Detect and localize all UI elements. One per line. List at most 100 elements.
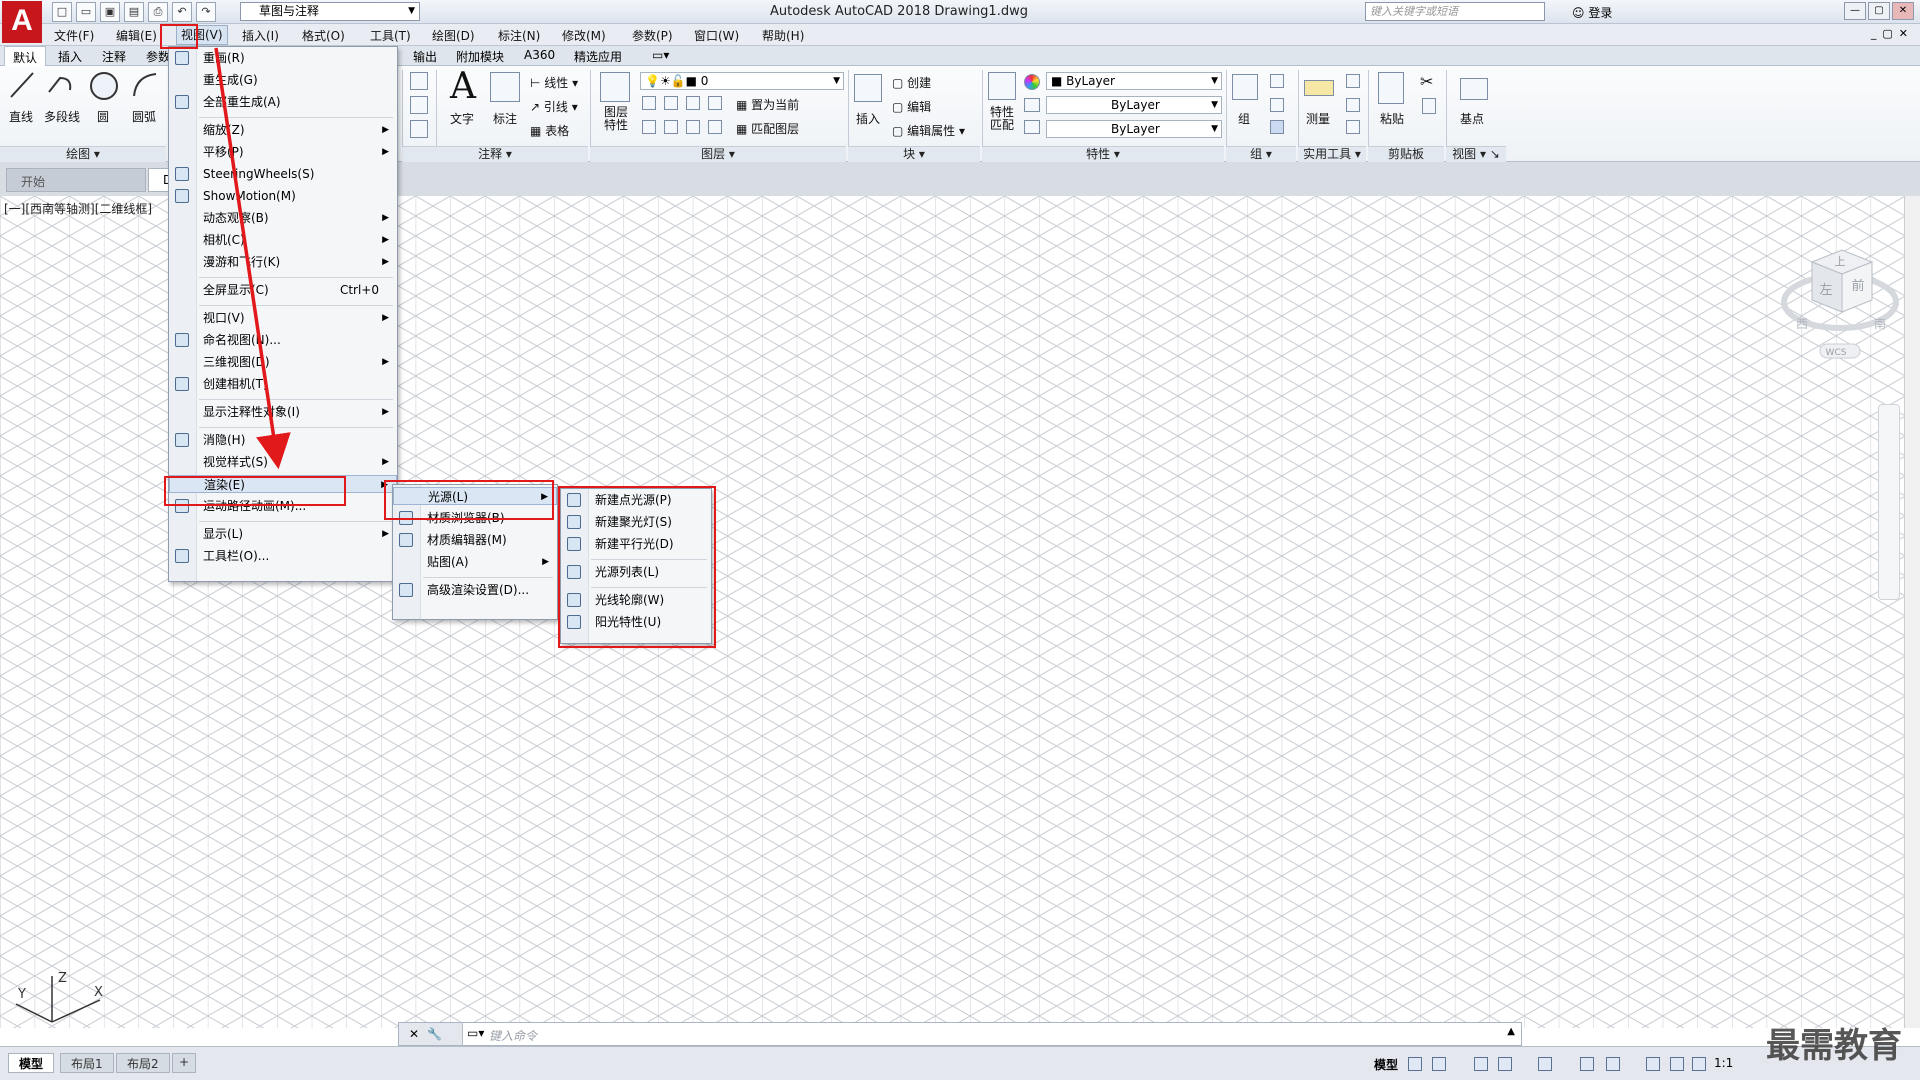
otrack-icon[interactable]	[1606, 1057, 1620, 1071]
layer-tool-icon[interactable]	[664, 120, 678, 134]
viewcube-front[interactable]: 前	[1851, 278, 1864, 294]
annotation-scale[interactable]: 1:1	[1714, 1056, 1733, 1070]
view-menu-item[interactable]: 视口(V) ▶	[169, 309, 397, 327]
utilities-panel-title[interactable]: 实用工具 ▾	[1298, 146, 1366, 162]
tab-start[interactable]: 开始	[6, 168, 146, 192]
match-properties-icon[interactable]	[988, 72, 1016, 100]
open-file-icon[interactable]: ▭	[76, 2, 96, 22]
new-file-icon[interactable]: □	[52, 2, 72, 22]
linetype-select[interactable]: ByLayer ▼	[1046, 96, 1222, 114]
tab-featured-apps[interactable]: 精选应用	[574, 48, 622, 65]
menu-dimension[interactable]: 标注(N)	[498, 27, 540, 44]
view-menu-item[interactable]: 消隐(H)	[169, 431, 397, 449]
ortho-icon[interactable]	[1474, 1057, 1488, 1071]
group-icon[interactable]	[1232, 74, 1258, 100]
view-menu-item[interactable]: 动态观察(B) ▶	[169, 209, 397, 227]
block-panel-title[interactable]: 块 ▾	[848, 146, 980, 162]
match-layer-button[interactable]: ▦ 匹配图层	[736, 120, 799, 137]
viewcube-left[interactable]: 左	[1819, 283, 1832, 298]
insert-block-icon[interactable]	[854, 74, 882, 102]
view-menu-item[interactable]: 工具栏(O)...	[169, 547, 397, 565]
leader-button[interactable]: ↗ 引线 ▾	[530, 98, 578, 115]
cut-icon[interactable]: ✂	[1420, 72, 1433, 91]
line-icon[interactable]	[8, 70, 36, 100]
view-menu-item[interactable]: 漫游和飞行(K) ▶	[169, 253, 397, 271]
tab-model[interactable]: 模型	[8, 1053, 55, 1073]
pencil-icon[interactable]	[410, 72, 428, 90]
set-current-layer-button[interactable]: ▦ 置为当前	[736, 96, 799, 113]
menu-edit[interactable]: 编辑(E)	[116, 27, 157, 44]
model-space-toggle[interactable]: 模型	[1374, 1056, 1398, 1073]
tab-layout2[interactable]: 布局2	[116, 1053, 170, 1073]
color-select[interactable]: ■ ByLayer ▼	[1046, 72, 1222, 90]
tab-insert[interactable]: 插入	[58, 48, 82, 65]
circle-icon[interactable]	[88, 70, 120, 102]
polyline-icon[interactable]	[46, 70, 76, 100]
tab-addins[interactable]: 附加模块	[456, 48, 504, 65]
viewcube-west[interactable]: 西	[1796, 317, 1808, 331]
view-menu-item[interactable]: 全部重生成(A)	[169, 93, 397, 111]
layer-select[interactable]: 💡☀🔓■ 0 ▼	[640, 72, 844, 90]
view-menu-item[interactable]: SteeringWheels(S)	[169, 165, 397, 183]
menu-tools[interactable]: 工具(T)	[370, 27, 411, 44]
tab-annotate[interactable]: 注释	[102, 48, 126, 65]
view-menu-item[interactable]: 全屏显示(C) Ctrl+0	[169, 281, 397, 299]
command-line[interactable]: ✕🔧 ▭▾ 键入命令 ▲	[398, 1022, 1522, 1046]
snap-icon[interactable]	[1432, 1057, 1446, 1071]
navigation-bar[interactable]	[1878, 404, 1900, 600]
color-wheel-icon[interactable]	[1024, 74, 1040, 90]
create-block-button[interactable]: ▢ 创建	[892, 74, 931, 91]
arc-icon[interactable]	[130, 70, 160, 100]
region-icon[interactable]	[410, 120, 428, 138]
tab-layout1[interactable]: 布局1	[60, 1053, 114, 1073]
document-window-controls[interactable]: _▢✕	[1871, 27, 1914, 40]
render-menu-item[interactable]: 贴图(A) ▶	[393, 553, 557, 571]
layer-tool-icon[interactable]	[708, 96, 722, 110]
tab-home[interactable]: 默认	[4, 46, 47, 66]
view-menu-item[interactable]: 显示注释性对象(I) ▶	[169, 403, 397, 421]
vertical-scrollbar[interactable]	[1904, 196, 1920, 1028]
render-menu-item[interactable]: 材质编辑器(M)	[393, 531, 557, 549]
menu-help[interactable]: 帮助(H)	[762, 27, 804, 44]
layers-panel-title[interactable]: 图层 ▾	[590, 146, 846, 162]
application-menu-button[interactable]: A	[2, 1, 42, 43]
save-as-icon[interactable]: ▤	[124, 2, 144, 22]
tab-parametric[interactable]: 参数	[146, 48, 170, 65]
maximize-icon[interactable]: ▢	[1868, 2, 1890, 20]
viewcube-top[interactable]: 上	[1835, 255, 1846, 268]
view-menu-item[interactable]: 创建相机(T)	[169, 375, 397, 393]
transparency-icon[interactable]	[1024, 120, 1040, 134]
text-icon[interactable]: A	[450, 66, 476, 107]
annotation-visibility-icon[interactable]	[1646, 1057, 1660, 1071]
undo-icon[interactable]: ↶	[172, 2, 192, 22]
view-panel-title[interactable]: 视图 ▾ ↘	[1446, 146, 1506, 162]
lineweight-icon[interactable]	[1024, 98, 1040, 112]
annotation-panel-title[interactable]: 注释 ▾	[402, 146, 588, 162]
print-icon[interactable]: ⎙	[148, 2, 168, 22]
lineweight-select[interactable]: ByLayer ▼	[1046, 120, 1222, 138]
base-view-icon[interactable]	[1460, 78, 1488, 100]
viewcube-south[interactable]: 南	[1874, 316, 1886, 331]
view-menu-item[interactable]: 显示(L) ▶	[169, 525, 397, 543]
clipboard-panel-title[interactable]: 剪贴板	[1368, 146, 1444, 162]
menu-window[interactable]: 窗口(W)	[694, 27, 739, 44]
command-input[interactable]: 键入命令	[489, 1027, 537, 1044]
viewport-controls[interactable]: [一][西南等轴测][二维线框]	[4, 200, 152, 217]
layer-tool-icon[interactable]	[642, 96, 656, 110]
command-line-tools[interactable]: ✕🔧	[399, 1023, 463, 1045]
login-button[interactable]: ☺ 登录	[1572, 4, 1612, 21]
render-menu-item[interactable]: 高级渲染设置(D)...	[393, 581, 557, 599]
draw-panel-title[interactable]: 绘图 ▾	[0, 146, 166, 162]
osnap-icon[interactable]	[1580, 1057, 1594, 1071]
search-input[interactable]: 键入关键字或短语	[1365, 2, 1545, 21]
menu-file[interactable]: 文件(F)	[54, 27, 94, 44]
edit-attributes-button[interactable]: ▢ 编辑属性 ▾	[892, 122, 965, 139]
ungroup-icon[interactable]	[1270, 74, 1284, 88]
measure-icon[interactable]	[1304, 80, 1334, 96]
hatch-icon[interactable]	[410, 96, 428, 114]
paste-icon[interactable]	[1378, 72, 1404, 104]
viewcube[interactable]: 上 左 前 西 南 WCS	[1780, 232, 1900, 382]
view-menu-item[interactable]: 三维视图(D) ▶	[169, 353, 397, 371]
layer-properties-icon[interactable]	[600, 72, 630, 102]
layer-tool-icon[interactable]	[686, 96, 700, 110]
